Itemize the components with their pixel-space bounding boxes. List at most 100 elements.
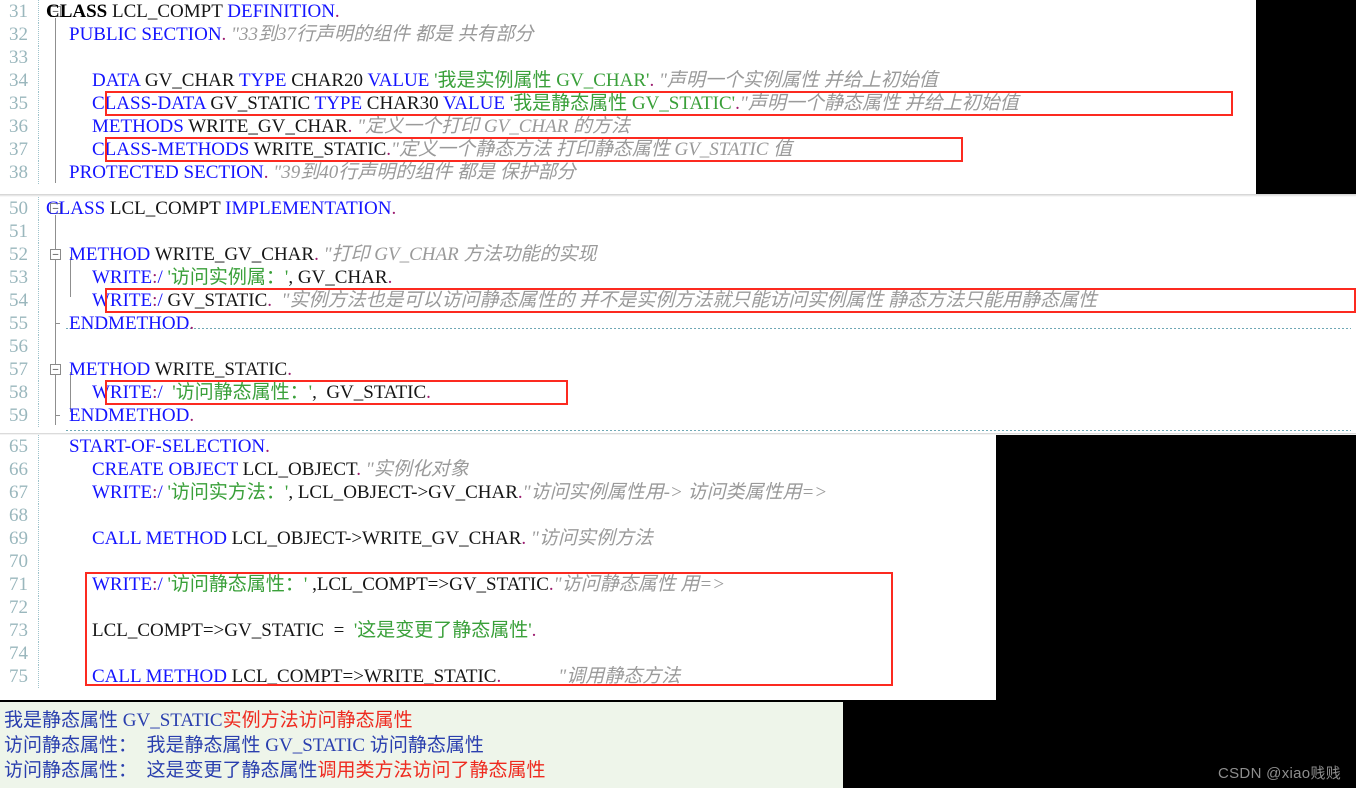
code-token: / — [157, 290, 168, 311]
fold-collapse-icon[interactable]: – — [50, 249, 61, 260]
line-number: 71 — [9, 574, 28, 595]
code-token: "定义一个静态方法 打印静态属性 GV_STATIC 值 — [391, 139, 793, 160]
gutter-divider — [38, 504, 39, 527]
code-token: , — [312, 382, 327, 403]
code-line[interactable]: 55 ENDMETHOD. — [0, 312, 1356, 335]
code-line[interactable]: 50– CLASS LCL_COMPT IMPLEMENTATION. — [0, 197, 1356, 220]
code-text: PROTECTED SECTION. "39到40行声明的组件 都是 保护部分 — [69, 161, 576, 184]
code-token: GV_STATIC — [326, 382, 427, 403]
code-token: , — [288, 267, 298, 288]
line-number: 37 — [9, 139, 28, 160]
code-token: CALL METHOD — [92, 666, 232, 687]
code-line[interactable]: 74 — [0, 642, 996, 665]
gutter-divider — [38, 358, 39, 381]
code-line[interactable]: 72 — [0, 596, 996, 619]
line-number: 69 — [9, 528, 28, 549]
output-console-panel[interactable]: 我是静态属性 GV_STATIC实例方法访问静态属性 访问静态属性： 我是静态属性… — [0, 702, 843, 788]
line-number: 66 — [9, 459, 28, 480]
gutter-divider — [38, 527, 39, 550]
code-token: '访问静态属性：' — [172, 382, 313, 403]
code-line[interactable]: 37 CLASS-METHODS WRITE_STATIC."定义一个静态方法 打… — [0, 138, 1256, 161]
code-token: GV_STATIC — [167, 290, 268, 311]
code-token: . — [189, 313, 195, 334]
code-token: '我是静态属性 GV_STATIC' — [509, 93, 736, 114]
code-text: CLASS-DATA GV_STATIC TYPE CHAR30 VALUE '… — [92, 92, 1019, 115]
line-number: 70 — [9, 551, 28, 572]
gutter-divider — [38, 138, 39, 161]
code-token: . — [334, 1, 340, 22]
code-text: WRITE:/ GV_STATIC. "实例方法也是可以访问静态属性的 并不是实… — [92, 289, 1097, 312]
code-token: LCL_COMPT=>WRITE_STATIC — [231, 666, 497, 687]
fold-end-marker — [55, 415, 60, 416]
gutter-divider — [38, 312, 39, 335]
code-token: '我是实例属性 GV_CHAR' — [434, 70, 650, 91]
code-line[interactable]: 38 PROTECTED SECTION. "39到40行声明的组件 都是 保护部… — [0, 161, 1256, 184]
code-text: DATA GV_CHAR TYPE CHAR20 VALUE '我是实例属性 G… — [92, 69, 938, 92]
code-area[interactable]: 65 START-OF-SELECTION. 66 CREATE OBJECT LCL… — [0, 435, 996, 700]
code-line[interactable]: 32 PUBLIC SECTION. "33到37行声明的组件 都是 共有部分 — [0, 23, 1256, 46]
line-number: 55 — [9, 313, 28, 334]
gutter-divider — [38, 220, 39, 243]
console-text: 我是静态属性 GV_STATIC — [4, 710, 223, 731]
line-number: 53 — [9, 267, 28, 288]
code-line[interactable]: 67 WRITE:/ '访问实方法：', LCL_OBJECT->GV_CHAR.… — [0, 481, 996, 504]
code-token: START-OF-SELECTION — [69, 436, 266, 457]
code-line[interactable]: 57 – METHOD WRITE_STATIC. — [0, 358, 1356, 381]
code-token: '访问实例属：' — [167, 267, 289, 288]
code-token: "33到37行声明的组件 都是 共有部分 — [226, 24, 534, 45]
code-line[interactable]: 68 — [0, 504, 996, 527]
code-token: LCL_COMPT=>GV_STATIC — [316, 574, 549, 595]
gutter-divider — [38, 435, 39, 458]
class-definition-code-block[interactable]: 31– CLASS LCL_COMPT DEFINITION. 32 PUBLIC S… — [0, 0, 1256, 194]
code-token: VALUE — [443, 93, 510, 114]
code-line[interactable]: 53 WRITE:/ '访问实例属：', GV_CHAR. — [0, 266, 1356, 289]
code-line[interactable]: 56 — [0, 335, 1356, 358]
code-line[interactable]: 52 – METHOD WRITE_GV_CHAR. "打印 GV_CHAR 方法功… — [0, 243, 1356, 266]
gutter-divider — [38, 161, 39, 184]
code-line[interactable]: 75 CALL METHOD LCL_COMPT=>WRITE_STATIC. "… — [0, 665, 996, 688]
code-line[interactable]: 71 WRITE:/ '访问静态属性：' ,LCL_COMPT=>GV_STATI… — [0, 573, 996, 596]
fold-collapse-icon[interactable]: – — [50, 364, 61, 375]
code-line[interactable]: 36 METHODS WRITE_GV_CHAR. "定义一个打印 GV_CHAR… — [0, 115, 1256, 138]
code-token: WRITE_GV_CHAR — [188, 116, 348, 137]
console-text: 访问静态属性： 我是静态属性 GV_STATIC 访问静态属性 — [4, 735, 484, 756]
class-implementation-code-block[interactable]: 50– CLASS LCL_COMPT IMPLEMENTATION. 51 52– M… — [0, 197, 1356, 433]
code-line[interactable]: 58 WRITE:/ '访问静态属性：', GV_STATIC. — [0, 381, 1356, 404]
gutter-divider — [38, 289, 39, 312]
line-number: 36 — [9, 116, 28, 137]
code-line[interactable]: 59 ENDMETHOD. — [0, 404, 1356, 427]
gutter-divider — [38, 0, 39, 23]
code-token: WRITE — [92, 574, 153, 595]
code-line[interactable]: 35 CLASS-DATA GV_STATIC TYPE CHAR30 VALUE… — [0, 92, 1256, 115]
gutter-divider — [38, 619, 39, 642]
code-text: CLASS LCL_COMPT IMPLEMENTATION. — [46, 197, 396, 220]
code-line[interactable]: 66 CREATE OBJECT LCL_OBJECT. "实例化对象 — [0, 458, 996, 481]
code-line[interactable]: 73 LCL_COMPT=>GV_STATIC = '这是变更了静态属性'. — [0, 619, 996, 642]
code-line[interactable]: 69 CALL METHOD LCL_OBJECT->WRITE_GV_CHAR.… — [0, 527, 996, 550]
code-line[interactable]: 65 START-OF-SELECTION. — [0, 435, 996, 458]
code-token: LCL_OBJECT->GV_CHAR — [297, 482, 518, 503]
code-token: CHAR20 — [291, 70, 368, 91]
code-line[interactable]: 34 DATA GV_CHAR TYPE CHAR20 VALUE '我是实例属性… — [0, 69, 1256, 92]
code-text: WRITE:/ '访问实方法：', LCL_OBJECT->GV_CHAR."访… — [92, 481, 827, 504]
gutter-divider — [38, 642, 39, 665]
console-output-line: 访问静态属性： 这是变更了静态属性调用类方法访问了静态属性 — [4, 758, 843, 783]
code-token: . — [189, 405, 195, 426]
code-area[interactable]: 50– CLASS LCL_COMPT IMPLEMENTATION. 51 52– M… — [0, 197, 1356, 433]
gutter-divider — [38, 266, 39, 289]
code-text: PUBLIC SECTION. "33到37行声明的组件 都是 共有部分 — [69, 23, 534, 46]
code-line[interactable]: 33 — [0, 46, 1256, 69]
code-area[interactable]: 31– CLASS LCL_COMPT DEFINITION. 32 PUBLIC S… — [0, 0, 1256, 194]
code-token: WRITE_STATIC — [154, 359, 288, 380]
code-token: METHODS — [92, 116, 189, 137]
code-token: ENDMETHOD — [69, 313, 190, 334]
code-text: START-OF-SELECTION. — [69, 435, 270, 458]
code-text: CLASS LCL_COMPT DEFINITION. — [46, 0, 340, 23]
code-line[interactable]: 54 WRITE:/ GV_STATIC. "实例方法也是可以访问静态属性的 并不… — [0, 289, 1356, 312]
code-token: LCL_COMPT — [112, 1, 228, 22]
code-line[interactable]: 70 — [0, 550, 996, 573]
code-line[interactable]: 51 — [0, 220, 1356, 243]
start-of-selection-code-block[interactable]: 65 START-OF-SELECTION. 66 CREATE OBJECT LCL… — [0, 435, 996, 700]
code-line[interactable]: 31– CLASS LCL_COMPT DEFINITION. — [0, 0, 1256, 23]
code-token: "声明一个实例属性 并给上初始值 — [654, 70, 938, 91]
